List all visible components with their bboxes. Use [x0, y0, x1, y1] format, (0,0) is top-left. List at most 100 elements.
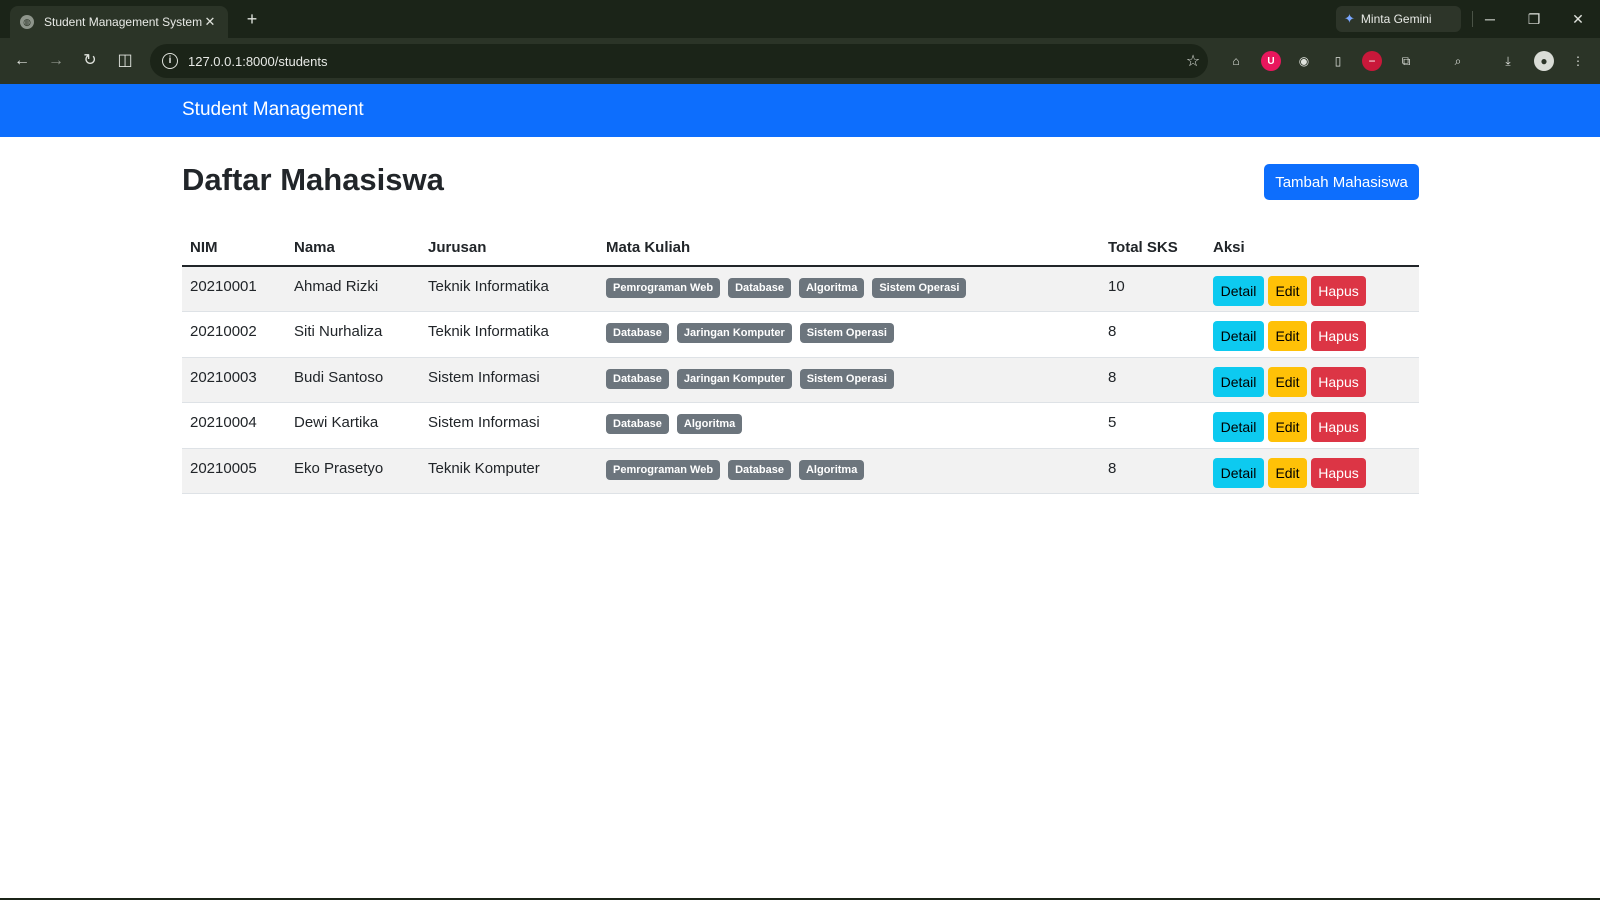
mouse-extension-icon[interactable]: ▯ [1328, 51, 1348, 71]
cell-nim: 20210001 [182, 266, 286, 312]
url-text: 127.0.0.1:8000/students [188, 53, 328, 69]
header-nama: Nama [286, 228, 420, 267]
minimize-icon[interactable]: ─ [1468, 6, 1512, 32]
table-row: 20210001 Ahmad Rizki Teknik Informatika Pem… [182, 266, 1419, 312]
cell-nim: 20210002 [182, 311, 286, 358]
students-table: NIM Nama Jurusan Mata Kuliah Total SKS A… [182, 228, 1419, 494]
row-actions: Detail Edit Hapus [1213, 276, 1411, 306]
course-badge: Sistem Operasi [799, 368, 894, 389]
cell-total-sks: 10 [1100, 266, 1205, 312]
course-badges: Pemrograman Web Database Algoritma [606, 459, 1092, 480]
course-badge: Sistem Operasi [799, 323, 894, 343]
download-icon[interactable]: ⤓ [1498, 51, 1518, 71]
cell-mata-kuliah: Database Jaringan Komputer Sistem Operasi [598, 311, 1100, 358]
header-nim: NIM [182, 228, 286, 267]
browser-tab-strip: ◍ Student Management System ✕ + ✦ Minta … [0, 0, 1600, 38]
cell-nama: Eko Prasetyo [286, 448, 420, 494]
delete-button[interactable]: Hapus [1311, 366, 1366, 397]
course-badge: Pemrograman Web [606, 278, 721, 298]
delete-button[interactable]: Hapus [1311, 321, 1366, 351]
tab-search-icon[interactable]: ⌕ [1448, 51, 1468, 71]
gemini-label: Minta Gemini [1360, 12, 1432, 26]
course-badge: Jaringan Komputer [676, 323, 792, 343]
row-actions: Detail Edit Hapus [1213, 457, 1411, 488]
ublock-shield-icon[interactable]: U [1261, 51, 1281, 71]
course-badge: Algoritma [798, 459, 865, 480]
restore-icon[interactable]: ❐ [1512, 6, 1556, 32]
cell-aksi: Detail Edit Hapus [1205, 357, 1419, 403]
cell-mata-kuliah: Pemrograman Web Database Algoritma [598, 448, 1100, 494]
new-tab-button[interactable]: + [240, 8, 264, 32]
edit-button[interactable]: Edit [1268, 366, 1307, 397]
detail-button[interactable]: Detail [1213, 321, 1264, 351]
browser-tab[interactable]: ◍ Student Management System ✕ [10, 6, 228, 38]
table-row: 20210002 Siti Nurhaliza Teknik Informatika… [182, 311, 1419, 358]
forward-arrow-icon[interactable]: → [44, 49, 68, 73]
edit-button[interactable]: Edit [1268, 276, 1307, 306]
course-badge: Sistem Operasi [872, 278, 967, 298]
close-window-icon[interactable]: ✕ [1556, 6, 1600, 32]
cell-jurusan: Teknik Komputer [420, 448, 598, 494]
address-bar[interactable]: i 127.0.0.1:8000/students ☆ [150, 44, 1208, 78]
detail-button[interactable]: Detail [1213, 412, 1264, 442]
cell-total-sks: 8 [1100, 448, 1205, 494]
app-navbar: Student Management [0, 84, 1600, 137]
course-badges: Database Algoritma [606, 414, 1092, 434]
table-row: 20210005 Eko Prasetyo Teknik Komputer Pemro… [182, 448, 1419, 494]
cell-aksi: Detail Edit Hapus [1205, 402, 1419, 449]
add-student-button[interactable]: Tambah Mahasiswa [1264, 164, 1419, 200]
cell-nim: 20210005 [182, 448, 286, 494]
block-extension-icon[interactable]: − [1362, 51, 1382, 71]
site-info-icon[interactable]: i [162, 53, 178, 69]
page-title: Daftar Mahasiswa [182, 162, 444, 197]
cell-total-sks: 8 [1100, 311, 1205, 358]
cell-nim: 20210004 [182, 402, 286, 449]
table-row: 20210003 Budi Santoso Sistem Informasi Data… [182, 357, 1419, 403]
course-badge: Database [728, 278, 791, 298]
navbar-brand[interactable]: Student Management [182, 99, 364, 121]
tab-title: Student Management System [44, 15, 202, 29]
delete-button[interactable]: Hapus [1311, 457, 1366, 488]
split-view-icon[interactable]: ◫ [113, 49, 137, 73]
extensions-puzzle-icon[interactable]: ⧉ [1396, 51, 1416, 71]
close-tab-icon[interactable]: ✕ [202, 14, 218, 30]
header-mata-kuliah: Mata Kuliah [598, 228, 1100, 267]
cell-jurusan: Sistem Informasi [420, 357, 598, 403]
course-badge: Pemrograman Web [606, 459, 721, 480]
delete-button[interactable]: Hapus [1311, 276, 1366, 306]
edit-button[interactable]: Edit [1268, 457, 1307, 488]
edit-button[interactable]: Edit [1268, 412, 1307, 442]
back-arrow-icon[interactable]: ← [10, 49, 34, 73]
cell-jurusan: Sistem Informasi [420, 402, 598, 449]
course-badge: Database [606, 414, 669, 434]
cell-nama: Ahmad Rizki [286, 266, 420, 312]
home-extension-icon[interactable]: ⌂ [1226, 51, 1246, 71]
delete-button[interactable]: Hapus [1311, 412, 1366, 442]
edit-button[interactable]: Edit [1268, 321, 1307, 351]
header-aksi: Aksi [1205, 228, 1419, 267]
table-header-row: NIM Nama Jurusan Mata Kuliah Total SKS A… [182, 228, 1419, 267]
cell-aksi: Detail Edit Hapus [1205, 448, 1419, 494]
detail-button[interactable]: Detail [1213, 457, 1264, 488]
cell-nama: Siti Nurhaliza [286, 311, 420, 358]
detail-button[interactable]: Detail [1213, 366, 1264, 397]
profile-avatar[interactable]: ● [1534, 51, 1554, 71]
course-badge: Database [606, 368, 669, 389]
course-badges: Pemrograman Web Database Algoritma Sistem O… [606, 278, 1092, 298]
course-badge: Jaringan Komputer [676, 368, 792, 389]
cell-mata-kuliah: Pemrograman Web Database Algoritma Sistem O… [598, 266, 1100, 312]
browser-toolbar: ← → ↻ ◫ i 127.0.0.1:8000/students ☆ ⌂ U … [0, 38, 1600, 84]
course-badge: Database [728, 459, 791, 480]
cell-jurusan: Teknik Informatika [420, 311, 598, 358]
cell-mata-kuliah: Database Algoritma [598, 402, 1100, 449]
cell-total-sks: 5 [1100, 402, 1205, 449]
menu-kebab-icon[interactable]: ⋮ [1568, 51, 1588, 71]
reload-icon[interactable]: ↻ [78, 49, 102, 73]
cell-jurusan: Teknik Informatika [420, 266, 598, 312]
detail-button[interactable]: Detail [1213, 276, 1264, 306]
gemini-button[interactable]: ✦ Minta Gemini [1336, 6, 1461, 32]
bookmark-star-icon[interactable]: ☆ [1178, 51, 1208, 71]
row-actions: Detail Edit Hapus [1213, 366, 1411, 397]
course-badges: Database Jaringan Komputer Sistem Operasi [606, 368, 1092, 389]
camera-icon[interactable]: ◉ [1294, 51, 1314, 71]
